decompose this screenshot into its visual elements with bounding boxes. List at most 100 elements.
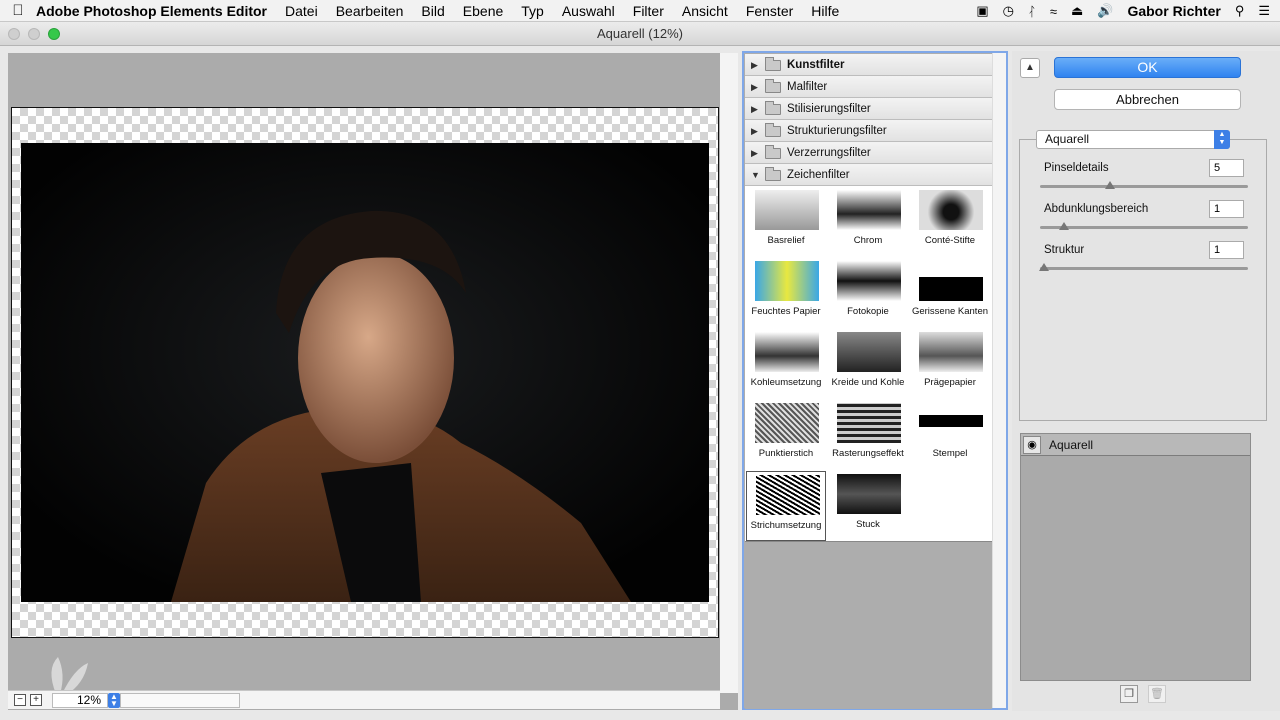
spotlight-search-icon[interactable]: ⚲ bbox=[1235, 3, 1245, 19]
filter-thumbnail-image bbox=[755, 332, 819, 372]
user-name[interactable]: Gabor Richter bbox=[1127, 3, 1220, 19]
preview-vertical-scrollbar[interactable] bbox=[720, 53, 738, 693]
filter-settings-box: Aquarell ▲ ▼ Pinseldetails 5 Abdunklungsb… bbox=[1019, 130, 1267, 421]
menu-datei[interactable]: Datei bbox=[285, 3, 318, 19]
horizontal-scrollbar[interactable] bbox=[120, 692, 240, 708]
cancel-button[interactable]: Abbrechen bbox=[1054, 89, 1241, 110]
notification-center-icon[interactable]: ☰ bbox=[1258, 3, 1270, 19]
gallery-vertical-scrollbar[interactable] bbox=[992, 53, 1006, 708]
filter-thumbnail[interactable]: Chrom bbox=[828, 187, 908, 257]
select-arrows-icon[interactable]: ▲ ▼ bbox=[1214, 130, 1230, 149]
effect-layer-label: Aquarell bbox=[1049, 438, 1094, 452]
filter-thumbnail-image bbox=[837, 403, 901, 443]
menu-bearbeiten[interactable]: Bearbeiten bbox=[336, 3, 404, 19]
folder-icon bbox=[765, 57, 781, 71]
zoom-out-button[interactable]: − bbox=[14, 694, 26, 706]
volume-icon[interactable]: 🔊 bbox=[1097, 3, 1113, 19]
category-strukturierungsfilter[interactable]: ▶ Strukturierungsfilter bbox=[745, 120, 992, 142]
expand-triangle-icon[interactable]: ▶ bbox=[751, 98, 758, 120]
filter-thumbnail[interactable]: Kohleumsetzung bbox=[746, 329, 826, 399]
folder-icon bbox=[765, 123, 781, 137]
filter-thumbnail[interactable]: Strichumsetzung bbox=[746, 471, 826, 541]
filter-thumbnail[interactable]: Fotokopie bbox=[828, 258, 908, 328]
struktur-input[interactable]: 1 bbox=[1209, 241, 1244, 259]
expand-triangle-icon[interactable]: ▶ bbox=[751, 54, 758, 76]
pinseldetails-slider[interactable] bbox=[1040, 181, 1248, 189]
window-minimize-button[interactable] bbox=[28, 28, 40, 40]
window-close-button[interactable] bbox=[8, 28, 20, 40]
zoom-in-button[interactable]: + bbox=[30, 694, 42, 706]
menu-hilfe[interactable]: Hilfe bbox=[811, 3, 839, 19]
ok-button[interactable]: OK bbox=[1054, 57, 1241, 78]
app-name-menu[interactable]: Adobe Photoshop Elements Editor bbox=[36, 3, 267, 19]
menu-bar:  Adobe Photoshop Elements Editor Datei … bbox=[0, 0, 1280, 22]
collapse-gallery-button[interactable]: ▲ bbox=[1020, 58, 1040, 78]
filter-thumbnail-label: Stuck bbox=[856, 519, 880, 530]
filter-thumbnail-label: Conté-Stifte bbox=[924, 235, 976, 246]
filter-select[interactable]: Aquarell ▲ ▼ bbox=[1036, 130, 1230, 149]
menu-ansicht[interactable]: Ansicht bbox=[682, 3, 728, 19]
zoom-dropdown-icon[interactable]: ▲ ▼ bbox=[108, 692, 120, 708]
filter-thumbnail[interactable]: Kreide und Kohle bbox=[828, 329, 908, 399]
bluetooth-icon[interactable]: ᛮ bbox=[1028, 4, 1036, 19]
filter-thumbnail-image bbox=[919, 403, 983, 443]
menu-fenster[interactable]: Fenster bbox=[746, 3, 793, 19]
category-malfilter[interactable]: ▶ Malfilter bbox=[745, 76, 992, 98]
preview-canvas[interactable] bbox=[11, 107, 719, 638]
window-zoom-button[interactable] bbox=[48, 28, 60, 40]
filter-select-value: Aquarell bbox=[1045, 132, 1090, 146]
filter-thumbnail-image bbox=[919, 261, 983, 301]
menu-filter[interactable]: Filter bbox=[633, 3, 664, 19]
menu-auswahl[interactable]: Auswahl bbox=[562, 3, 615, 19]
zoom-bar: − + 12% ▲ ▼ bbox=[8, 690, 720, 709]
eject-icon[interactable]: ⏏ bbox=[1071, 3, 1083, 19]
param-label-abdunklungsbereich: Abdunklungsbereich bbox=[1044, 203, 1149, 215]
filter-thumbnail[interactable]: Stempel bbox=[910, 400, 990, 470]
collapse-triangle-icon[interactable]: ▼ bbox=[751, 164, 760, 186]
expand-triangle-icon[interactable]: ▶ bbox=[751, 76, 758, 98]
window-title-bar: Aquarell (12%) bbox=[0, 22, 1280, 46]
category-kunstfilter[interactable]: ▶ Kunstfilter bbox=[745, 54, 992, 76]
zoom-level-field[interactable]: 12% bbox=[52, 692, 108, 708]
time-machine-icon[interactable]: ◷ bbox=[1003, 3, 1014, 19]
filter-thumbnail[interactable]: Rasterungseffekt bbox=[828, 400, 908, 470]
filter-thumbnail-image bbox=[837, 332, 901, 372]
folder-icon bbox=[765, 79, 781, 93]
category-stilisierungsfilter[interactable]: ▶ Stilisierungsfilter bbox=[745, 98, 992, 120]
folder-icon bbox=[765, 145, 781, 159]
display-icon[interactable]: ▣ bbox=[976, 3, 988, 19]
filter-thumbnail[interactable]: Prägepapier bbox=[910, 329, 990, 399]
menu-bild[interactable]: Bild bbox=[421, 3, 444, 19]
category-verzerrungsfilter[interactable]: ▶ Verzerrungsfilter bbox=[745, 142, 992, 164]
pinseldetails-input[interactable]: 5 bbox=[1209, 159, 1244, 177]
abdunklungsbereich-slider[interactable] bbox=[1040, 222, 1248, 230]
expand-triangle-icon[interactable]: ▶ bbox=[751, 120, 758, 142]
filter-thumbnail-image bbox=[755, 261, 819, 301]
slider-knob-icon[interactable] bbox=[1105, 181, 1115, 189]
filter-thumbnail[interactable]: Stuck bbox=[828, 471, 908, 541]
filter-thumbnail[interactable]: Gerissene Kanten bbox=[910, 258, 990, 328]
delete-effect-layer-icon[interactable]: 🗑 bbox=[1148, 685, 1166, 703]
struktur-slider[interactable] bbox=[1039, 263, 1248, 271]
filter-thumbnail[interactable]: Punktierstich bbox=[746, 400, 826, 470]
filter-thumbnail-image bbox=[837, 474, 901, 514]
filter-thumbnail[interactable]: Basrelief bbox=[746, 187, 826, 257]
apple-icon[interactable]:  bbox=[0, 2, 36, 19]
filter-thumbnail[interactable]: Feuchtes Papier bbox=[746, 258, 826, 328]
effect-layers-list: ◉ Aquarell bbox=[1020, 433, 1251, 681]
menu-ebene[interactable]: Ebene bbox=[463, 3, 503, 19]
slider-knob-icon[interactable] bbox=[1059, 222, 1069, 230]
filter-thumbnail[interactable]: Conté-Stifte bbox=[910, 187, 990, 257]
expand-triangle-icon[interactable]: ▶ bbox=[751, 142, 758, 164]
param-label-pinseldetails: Pinseldetails bbox=[1044, 162, 1109, 174]
menu-typ[interactable]: Typ bbox=[521, 3, 544, 19]
abdunklungsbereich-input[interactable]: 1 bbox=[1209, 200, 1244, 218]
slider-knob-icon[interactable] bbox=[1039, 263, 1049, 271]
wifi-icon[interactable]: ≈ bbox=[1050, 4, 1057, 19]
category-zeichenfilter[interactable]: ▼ Zeichenfilter bbox=[745, 164, 992, 186]
window-title: Aquarell (12%) bbox=[597, 26, 683, 41]
effect-layer-row[interactable]: ◉ Aquarell bbox=[1021, 434, 1250, 456]
new-effect-layer-button[interactable]: ❐ bbox=[1120, 685, 1138, 703]
filter-thumbnail-image bbox=[837, 261, 901, 301]
eye-visibility-icon[interactable]: ◉ bbox=[1023, 436, 1041, 454]
